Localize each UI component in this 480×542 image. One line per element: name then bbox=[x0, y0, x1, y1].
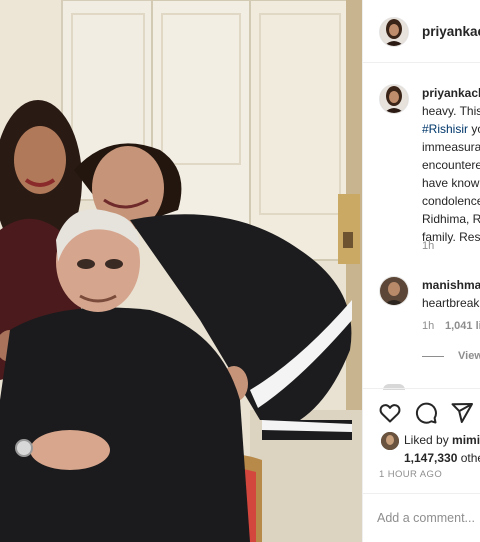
add-comment-bar bbox=[363, 493, 480, 542]
post-photo[interactable] bbox=[0, 0, 362, 542]
caption-avatar[interactable] bbox=[379, 84, 409, 114]
author-avatar-image bbox=[380, 18, 408, 46]
caption-line-4: encountere bbox=[422, 158, 480, 172]
comment-button[interactable] bbox=[414, 401, 438, 425]
likes-suffix: othe bbox=[460, 451, 480, 465]
likes-count[interactable]: 1,147,330 bbox=[404, 451, 457, 465]
liker-avatar[interactable] bbox=[380, 431, 400, 451]
author-username[interactable]: priyankachopra bbox=[422, 24, 480, 39]
caption-avatar-image bbox=[380, 85, 408, 113]
post-side-panel: priyankachopra priyankachopra heavy. Thi… bbox=[362, 0, 480, 542]
comment-bubble-icon bbox=[415, 402, 437, 424]
post-actions: Liked by mimi 1,147,330 othe 1 HOUR AGO bbox=[363, 388, 480, 541]
caption-line-2-rest: yo bbox=[471, 122, 480, 136]
caption-line-5: have know bbox=[422, 176, 480, 190]
post-header: priyankachopra bbox=[363, 0, 480, 63]
commenter-avatar-image bbox=[380, 277, 408, 305]
caption-line-7: Ridhima, R bbox=[422, 212, 480, 226]
hashtag-link[interactable]: #Rishisir bbox=[422, 122, 468, 136]
comment-likes[interactable]: 1,041 lik bbox=[445, 320, 480, 332]
post-timestamp[interactable]: 1 HOUR AGO bbox=[379, 469, 442, 480]
caption-username[interactable]: priyankachopra bbox=[422, 86, 480, 100]
commenter-username[interactable]: manishma bbox=[422, 278, 480, 292]
comment-time[interactable]: 1h bbox=[422, 320, 434, 332]
caption-time[interactable]: 1h bbox=[422, 240, 434, 252]
share-button[interactable] bbox=[450, 401, 474, 425]
likes-prefix: Liked by bbox=[404, 433, 453, 447]
add-comment-input[interactable] bbox=[377, 508, 480, 528]
paper-plane-icon bbox=[451, 403, 473, 423]
photo-illustration bbox=[0, 0, 362, 542]
like-button[interactable] bbox=[378, 401, 402, 425]
liker-username[interactable]: mimi bbox=[452, 433, 480, 447]
author-avatar[interactable] bbox=[379, 17, 409, 47]
heart-icon bbox=[379, 404, 401, 423]
comment-body: heartbreak bbox=[422, 296, 480, 310]
liker-avatar-image bbox=[381, 432, 399, 450]
caption-line-6: condolence bbox=[422, 194, 480, 208]
caption-text: priyankachopra heavy. This... #Rishisir … bbox=[422, 84, 480, 246]
commenter-avatar[interactable] bbox=[379, 276, 409, 306]
replies-dash bbox=[422, 355, 444, 357]
view-replies-button[interactable]: View bbox=[422, 350, 480, 362]
caption-line-1: heavy. This... bbox=[422, 104, 480, 118]
likes-summary: Liked by mimi 1,147,330 othe bbox=[404, 431, 480, 467]
comment-text: manishma heartbreak bbox=[422, 276, 480, 312]
view-replies-label: View bbox=[458, 350, 480, 362]
caption-line-3: immeasural bbox=[422, 140, 480, 154]
